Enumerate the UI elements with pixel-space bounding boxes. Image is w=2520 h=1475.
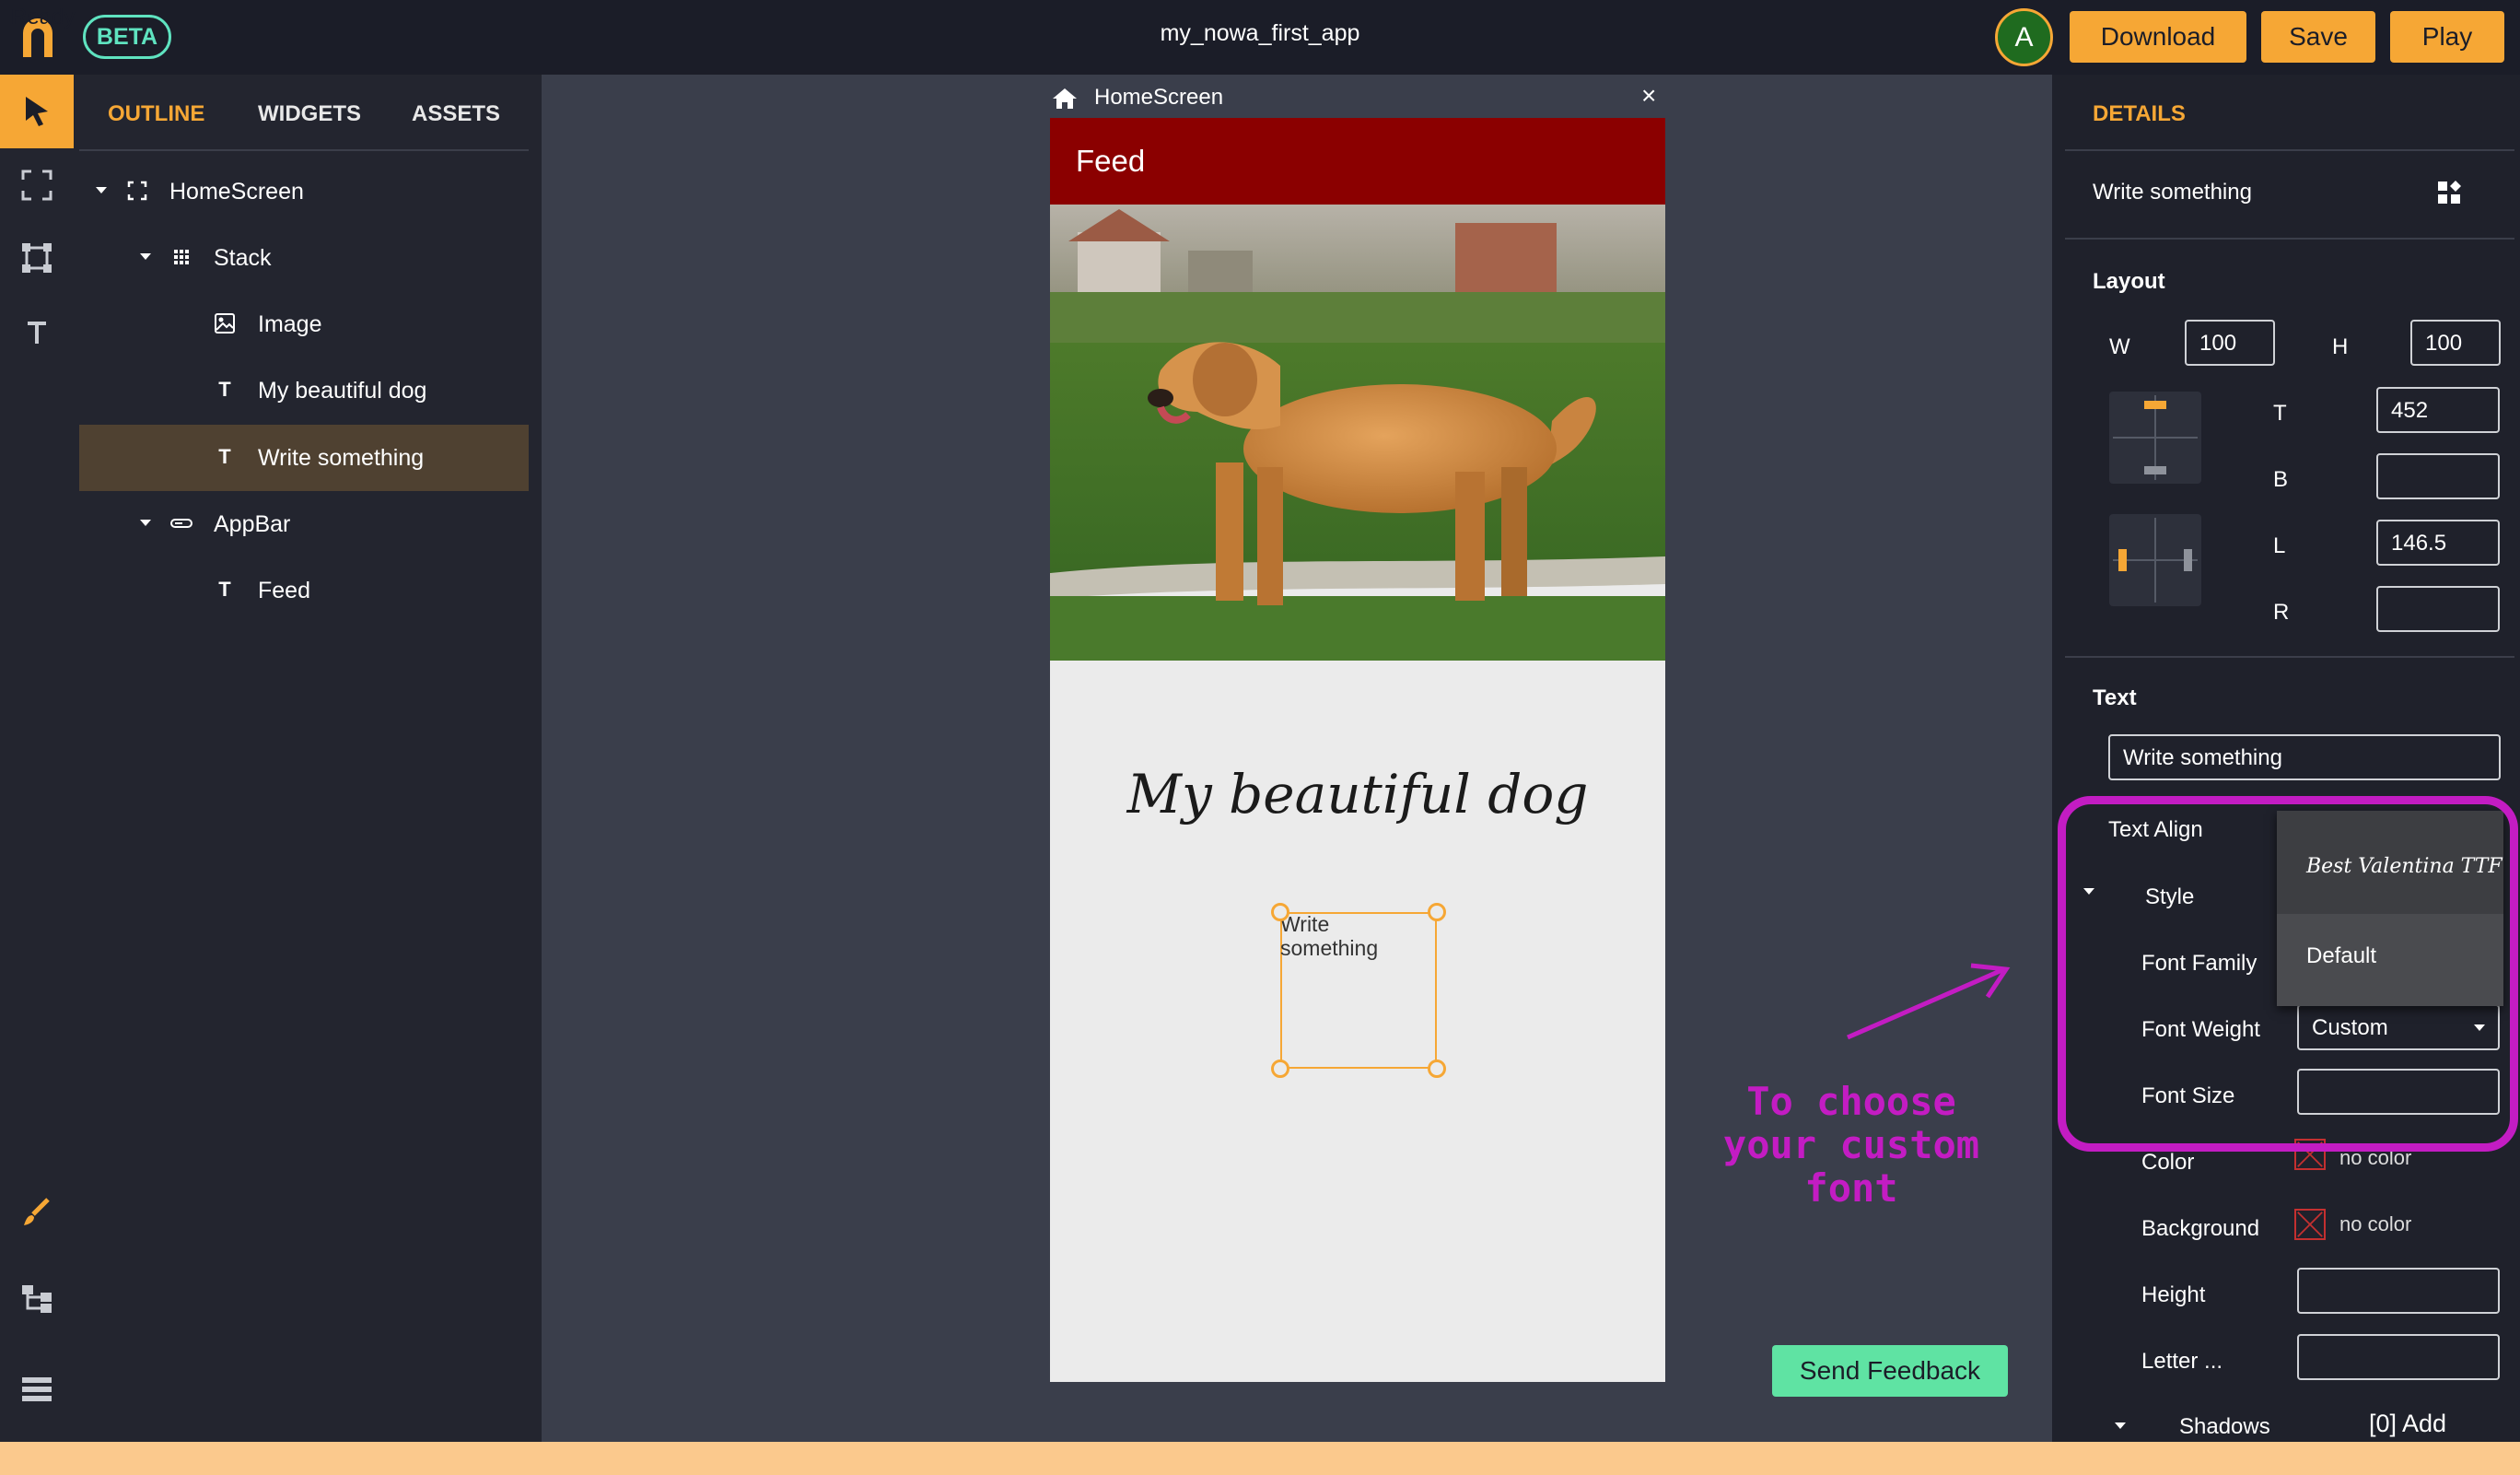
- app-bar[interactable]: Feed: [1050, 118, 1665, 205]
- tree-item-label: HomeScreen: [169, 179, 304, 205]
- chevron-down-icon[interactable]: [96, 187, 107, 193]
- avatar[interactable]: A: [1995, 8, 2053, 66]
- close-icon[interactable]: ×: [1641, 81, 1656, 111]
- status-text: Ready: [11, 5, 76, 29]
- chevron-down-icon[interactable]: [2115, 1422, 2126, 1429]
- divider: [2065, 656, 2514, 658]
- top-input[interactable]: 452: [2376, 387, 2500, 433]
- play-button[interactable]: Play: [2390, 11, 2504, 63]
- height-label: H: [2332, 334, 2349, 359]
- width-input[interactable]: 100: [2185, 320, 2275, 366]
- widget-type-icon[interactable]: [2437, 181, 2461, 205]
- appbar-icon: [170, 519, 192, 528]
- screen-name: HomeScreen: [1094, 85, 1224, 110]
- left-input[interactable]: 146.5: [2376, 520, 2500, 566]
- letter-spacing-input[interactable]: [2297, 1334, 2500, 1380]
- fullscreen-icon[interactable]: [20, 169, 53, 202]
- text-tool-icon[interactable]: [20, 316, 53, 349]
- shadows-add-button[interactable]: [0] Add: [2369, 1410, 2446, 1438]
- send-feedback-button[interactable]: Send Feedback: [1772, 1345, 2008, 1397]
- vertical-anchor-control[interactable]: [2109, 392, 2201, 484]
- left-label: L: [2273, 533, 2286, 558]
- tool-rail: [0, 75, 74, 1442]
- tree-item-label: AppBar: [214, 511, 291, 537]
- tab-outline[interactable]: OUTLINE: [108, 101, 204, 127]
- select-tool-button[interactable]: [0, 75, 74, 148]
- details-title: DETAILS: [2093, 101, 2186, 126]
- background-label: Background: [2141, 1216, 2260, 1241]
- resize-handle-top-left[interactable]: [1271, 903, 1289, 921]
- beta-badge: BETA: [83, 15, 171, 59]
- text-value-input[interactable]: Write something: [2108, 734, 2501, 780]
- annotation-highlight: [2058, 796, 2518, 1152]
- horizontal-anchor-control[interactable]: [2109, 514, 2201, 606]
- tree-icon[interactable]: [20, 1282, 53, 1315]
- letter-spacing-label: Letter ...: [2141, 1349, 2223, 1374]
- tree-item-label: Write something: [258, 445, 425, 471]
- save-button[interactable]: Save: [2261, 11, 2375, 63]
- tree-item-appbar[interactable]: AppBar: [79, 491, 529, 557]
- color-label: Color: [2141, 1150, 2195, 1175]
- annotation-arrow: [1847, 963, 2011, 1040]
- height-input[interactable]: 100: [2410, 320, 2501, 366]
- tree-item-stack[interactable]: Stack: [79, 225, 529, 291]
- list-icon[interactable]: [20, 1373, 53, 1406]
- no-color-swatch[interactable]: [2294, 1209, 2326, 1240]
- bottom-label: B: [2273, 467, 2289, 492]
- tree-item-image[interactable]: Image: [79, 291, 529, 357]
- grid-icon: [174, 250, 189, 264]
- annotation-text: To choose your custom font: [1722, 1079, 1980, 1211]
- tree-item-my-beautiful-dog[interactable]: T My beautiful dog: [79, 357, 529, 424]
- right-label: R: [2273, 600, 2290, 625]
- home-icon: [1053, 88, 1077, 109]
- height-field-input[interactable]: [2297, 1268, 2500, 1314]
- resize-handle-bottom-left[interactable]: [1271, 1059, 1289, 1078]
- image-icon: [215, 313, 235, 334]
- dog-image[interactable]: [1050, 205, 1665, 661]
- chevron-down-icon[interactable]: [140, 253, 151, 260]
- right-input[interactable]: [2376, 586, 2500, 632]
- tree-item-homescreen[interactable]: HomeScreen: [79, 158, 529, 225]
- tree-item-feed[interactable]: T Feed: [79, 557, 529, 624]
- resize-handle-top-right[interactable]: [1428, 903, 1446, 921]
- selected-widget-name: Write something: [2093, 180, 2252, 205]
- resize-handle-bottom-right[interactable]: [1428, 1059, 1446, 1078]
- tree-item-label: My beautiful dog: [258, 378, 427, 404]
- shadows-label: Shadows: [2179, 1414, 2270, 1439]
- tab-assets[interactable]: ASSETS: [412, 101, 500, 127]
- brush-icon[interactable]: [20, 1196, 53, 1229]
- background-value: no color: [2339, 1212, 2412, 1235]
- download-button[interactable]: Download: [2070, 11, 2246, 63]
- text-icon: T: [218, 578, 231, 601]
- width-label: W: [2109, 334, 2130, 359]
- cursor-icon: [26, 97, 48, 126]
- text-icon: T: [218, 445, 231, 468]
- bottom-input[interactable]: [2376, 453, 2500, 499]
- tree-item-label: Image: [258, 311, 322, 337]
- tab-widgets[interactable]: WIDGETS: [258, 101, 361, 127]
- screen-icon: [127, 181, 147, 201]
- top-label: T: [2273, 401, 2287, 426]
- phone-preview[interactable]: Feed My beautiful dog Write something: [1050, 118, 1665, 1382]
- text-heading: Text: [2093, 685, 2137, 710]
- text-icon: T: [218, 378, 231, 401]
- chevron-down-icon[interactable]: [140, 520, 151, 526]
- divider: [2065, 149, 2514, 151]
- write-something-text[interactable]: Write something: [1280, 912, 1391, 960]
- app-title: my_nowa_first_app: [1160, 20, 1360, 46]
- transform-icon[interactable]: [20, 241, 53, 275]
- app-bar-title[interactable]: Feed: [1076, 144, 1145, 179]
- height-field-label: Height: [2141, 1282, 2206, 1307]
- heading-text[interactable]: My beautiful dog: [1050, 763, 1665, 825]
- tree-item-label: Feed: [258, 578, 310, 603]
- status-bar: [0, 1442, 2520, 1475]
- tree-item-label: Stack: [214, 245, 272, 271]
- divider: [2065, 238, 2514, 240]
- layout-heading: Layout: [2093, 269, 2165, 294]
- tab-divider: [79, 149, 529, 151]
- tree-item-write-something[interactable]: T Write something: [79, 425, 529, 491]
